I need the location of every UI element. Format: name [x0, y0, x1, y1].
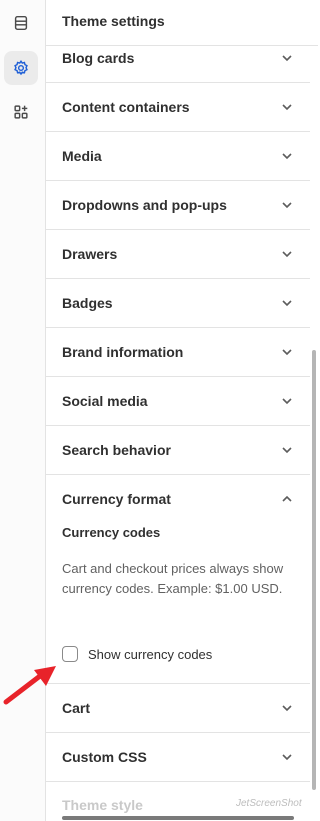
- section-label: Drawers: [62, 246, 118, 262]
- section-blog-cards[interactable]: Blog cards: [46, 34, 310, 83]
- section-label: Currency format: [62, 490, 171, 507]
- checkbox-label: Show currency codes: [88, 646, 213, 662]
- section-custom-css[interactable]: Custom CSS: [46, 733, 310, 782]
- section-badges[interactable]: Badges: [46, 279, 310, 328]
- chevron-down-icon: [282, 153, 292, 160]
- chevron-down-icon: [282, 300, 292, 307]
- chevron-down-icon: [282, 104, 292, 111]
- section-label: Dropdowns and pop-ups: [62, 197, 227, 213]
- section-label: Brand information: [62, 344, 184, 360]
- vertical-scrollbar[interactable]: [312, 350, 316, 790]
- section-label: Search behavior: [62, 442, 171, 458]
- sections-icon: [14, 15, 28, 31]
- chevron-down-icon: [282, 349, 292, 356]
- apps-button[interactable]: [4, 95, 38, 129]
- chevron-up-icon: [282, 495, 292, 502]
- section-label: Badges: [62, 295, 113, 311]
- show-currency-codes-checkbox[interactable]: [62, 646, 78, 662]
- gear-icon: [14, 59, 28, 76]
- chevron-down-icon: [282, 202, 292, 209]
- section-social-media[interactable]: Social media: [46, 377, 310, 426]
- section-search-behavior[interactable]: Search behavior: [46, 426, 310, 475]
- section-label: Social media: [62, 393, 148, 409]
- chevron-down-icon: [282, 705, 292, 712]
- currency-codes-help: Cart and checkout prices always show cur…: [62, 561, 284, 596]
- show-currency-codes-option[interactable]: Show currency codes: [46, 640, 310, 668]
- section-label: Blog cards: [62, 50, 135, 66]
- section-brand-information[interactable]: Brand information: [46, 328, 310, 377]
- section-currency-format: Currency format Currency codes Cart and …: [46, 474, 310, 684]
- currency-format-header[interactable]: Currency format: [46, 474, 310, 523]
- horizontal-scrollbar[interactable]: [62, 816, 294, 820]
- section-label: Cart: [62, 700, 91, 716]
- theme-settings-panel: Theme settings Blog cards Content contai…: [46, 0, 318, 821]
- section-label: Media: [62, 148, 102, 164]
- section-content-containers[interactable]: Content containers: [46, 83, 310, 132]
- annotation-arrow-icon: [3, 666, 56, 705]
- chevron-down-icon: [282, 754, 292, 761]
- chevron-down-icon: [282, 447, 292, 454]
- theme-settings-button[interactable]: [4, 51, 38, 85]
- section-dropdowns-popups[interactable]: Dropdowns and pop-ups: [46, 181, 310, 230]
- apps-icon: [14, 105, 28, 119]
- section-label: Custom CSS: [62, 749, 147, 765]
- section-drawers[interactable]: Drawers: [46, 230, 310, 279]
- sections-button[interactable]: [4, 6, 38, 40]
- section-label: Content containers: [62, 99, 190, 115]
- chevron-down-icon: [282, 55, 292, 62]
- chevron-down-icon: [282, 251, 292, 258]
- currency-codes-heading: Currency codes: [62, 525, 161, 540]
- section-media[interactable]: Media: [46, 132, 310, 181]
- section-theme-style-partial[interactable]: Theme style: [62, 797, 143, 813]
- watermark: JetScreenShot: [236, 798, 302, 809]
- section-cart[interactable]: Cart: [46, 684, 310, 733]
- chevron-down-icon: [282, 398, 292, 405]
